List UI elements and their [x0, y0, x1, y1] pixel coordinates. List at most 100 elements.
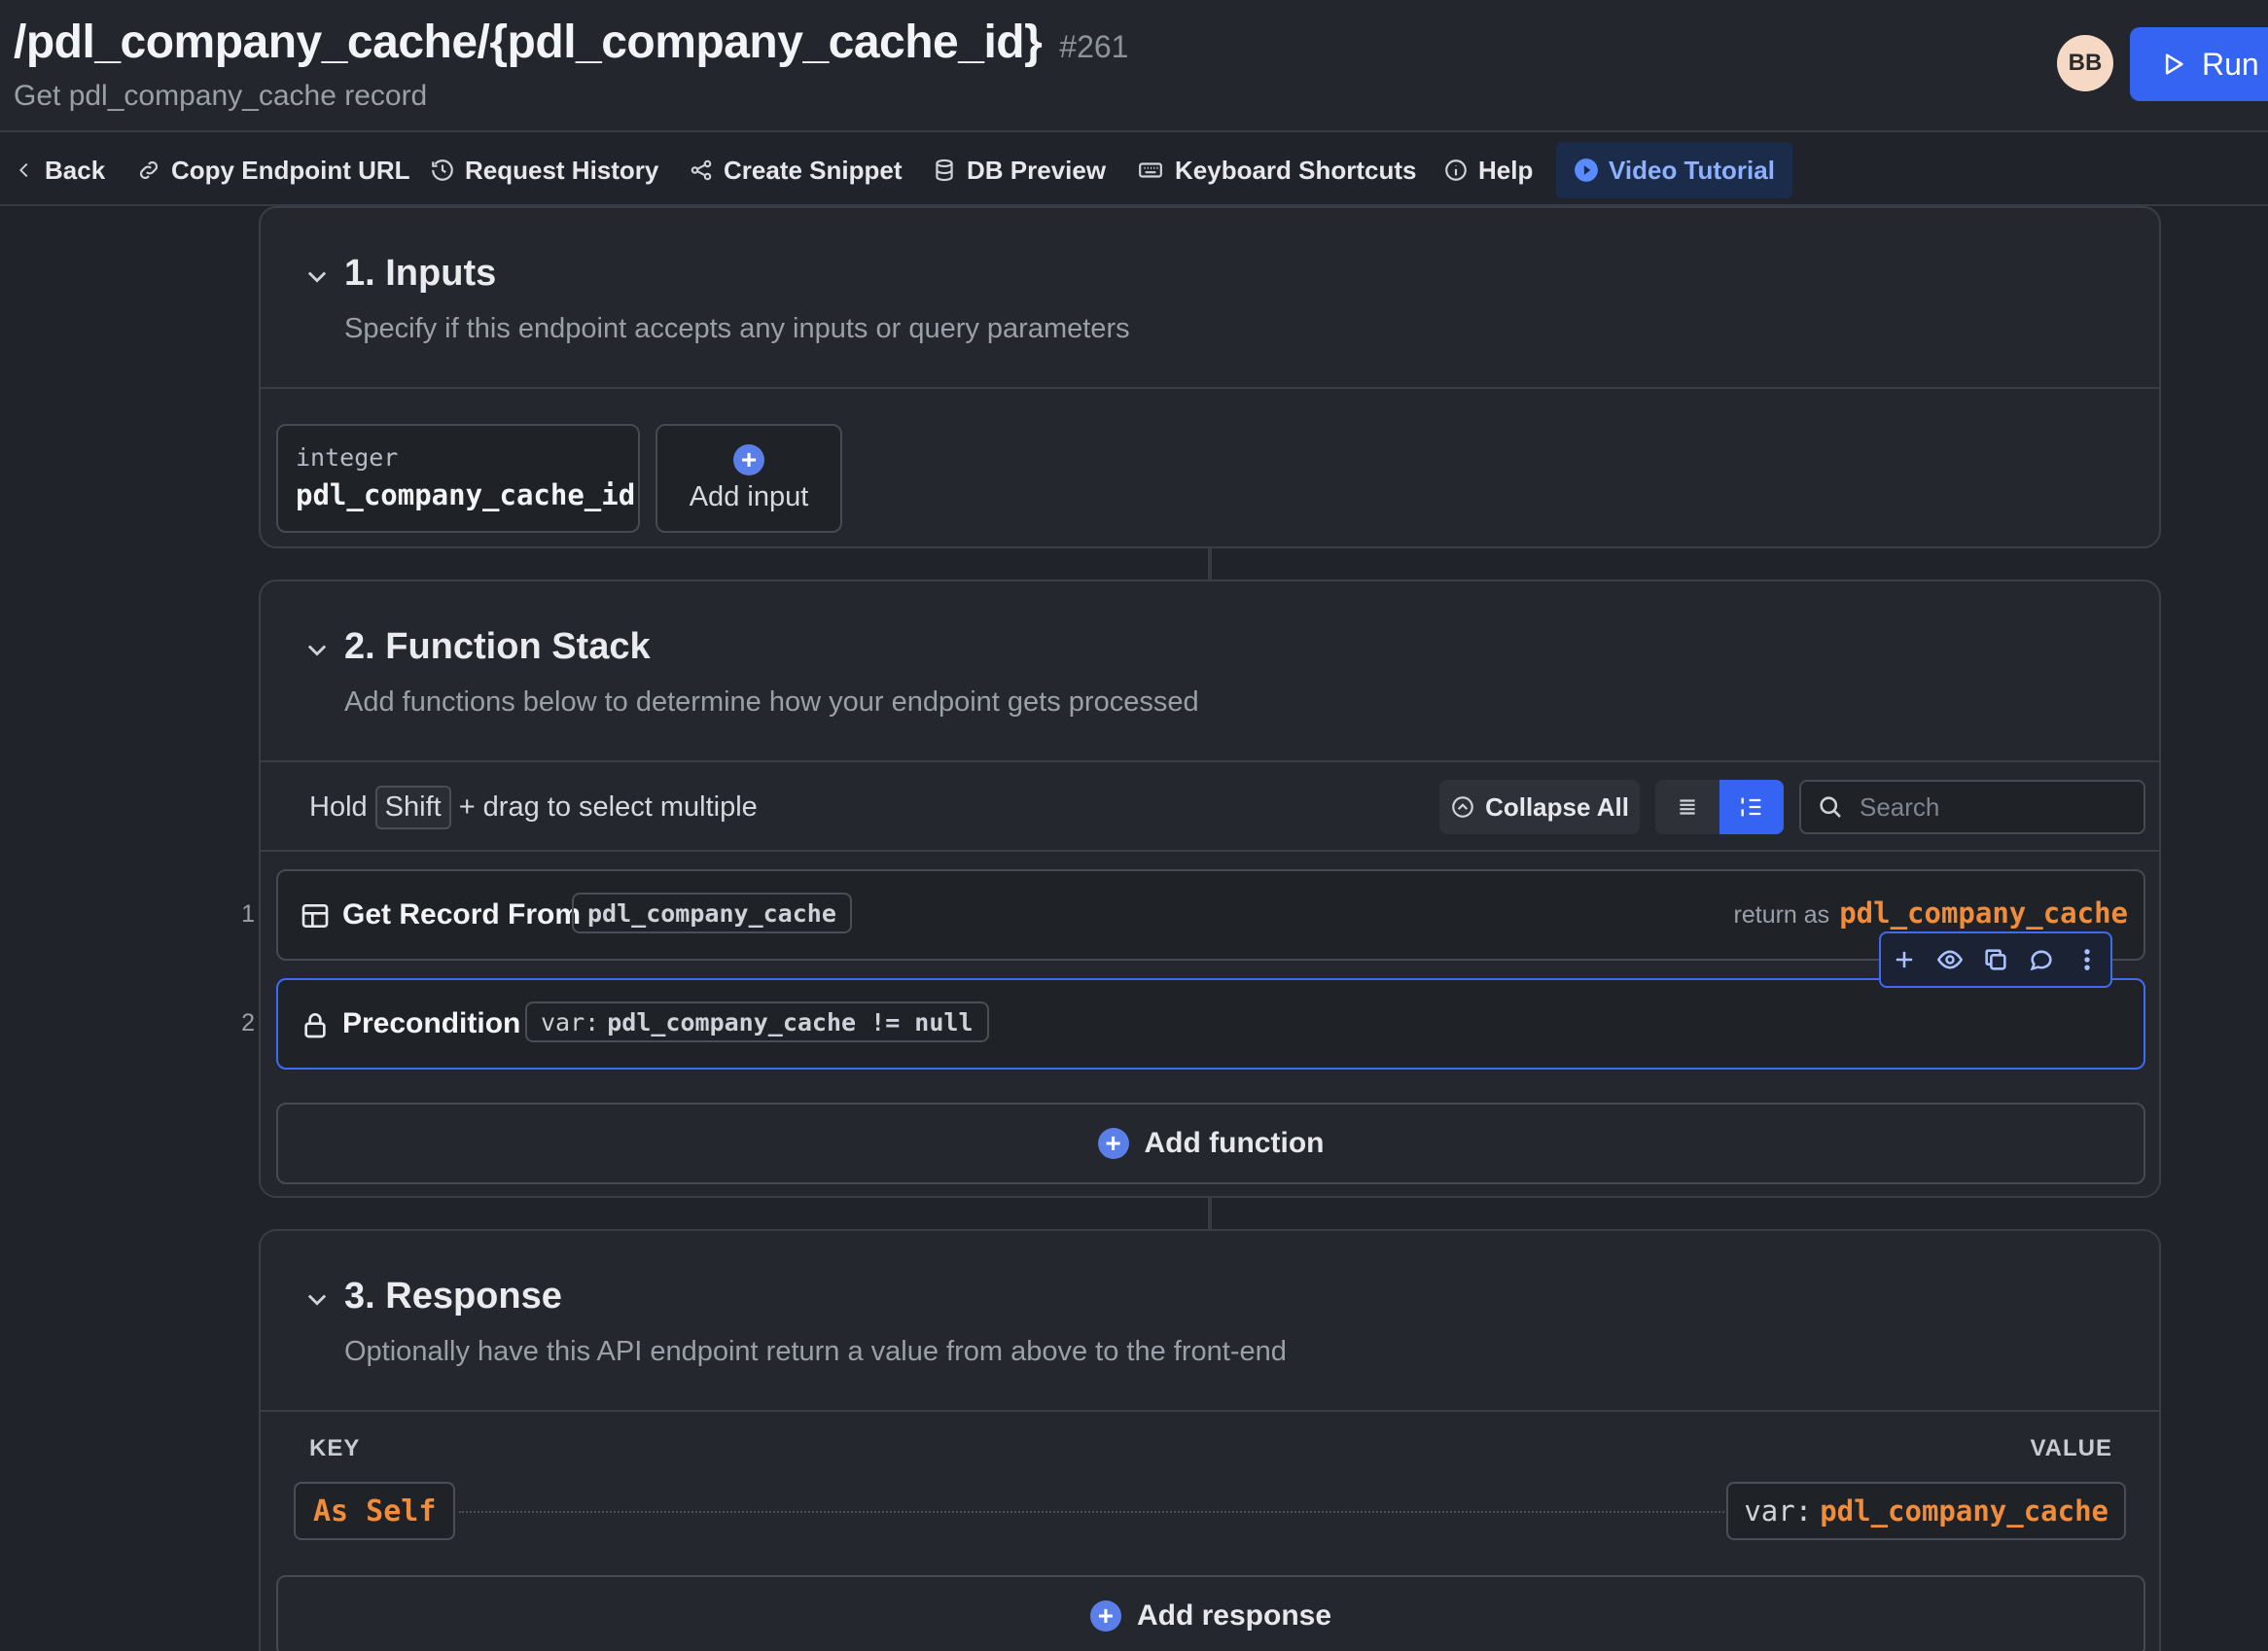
shortcuts-label: Keyboard Shortcuts [1175, 155, 1417, 185]
function-search[interactable] [1799, 780, 2145, 834]
value-variable: pdl_company_cache [1820, 1494, 2109, 1528]
chevron-down-icon[interactable] [303, 636, 331, 663]
help-label: Help [1478, 155, 1534, 185]
response-headers: KEY VALUE [261, 1414, 2159, 1482]
history-label: Request History [465, 155, 659, 185]
plus-circle-icon: + [1089, 1600, 1121, 1632]
run-label: Run [2202, 46, 2259, 82]
function-row-precondition[interactable]: 2 Precondition var: pdl_company_cache !=… [241, 978, 2145, 1070]
run-button[interactable]: Run [2130, 27, 2268, 101]
function-stack-header[interactable]: 2. Function Stack Add functions below to… [261, 581, 2159, 762]
function-number: 1 [241, 900, 255, 928]
condition-pill[interactable]: var: pdl_company_cache != null [525, 1001, 989, 1042]
response-subtitle: Optionally have this API endpoint return… [344, 1336, 1287, 1367]
chevron-down-icon[interactable] [303, 263, 331, 290]
condition-prefix: var: [541, 1007, 600, 1036]
search-input[interactable] [1860, 791, 2112, 823]
help-button[interactable]: Help [1443, 142, 1533, 198]
plus-circle-icon: + [1097, 1128, 1129, 1159]
function-stack-toolbar: Hold Shift + drag to select multiple Col… [261, 764, 2159, 852]
function-label: Precondition [342, 1007, 521, 1039]
input-chip[interactable]: integer pdl_company_cache_id [276, 424, 640, 533]
history-icon [432, 159, 453, 181]
key-header: KEY [309, 1435, 361, 1461]
response-key[interactable]: As Self [294, 1482, 456, 1540]
inputs-title: 1. Inputs [344, 253, 497, 294]
list-icon [1680, 799, 1695, 815]
db-preview-button[interactable]: DB Preview [932, 142, 1106, 198]
compact-view-button[interactable] [1655, 780, 1719, 834]
function-row-get-record[interactable]: 1 Get Record From pdl_company_cache retu… [241, 869, 2145, 988]
return-label: return as [1733, 901, 1830, 929]
snippet-label: Create Snippet [724, 155, 903, 185]
plus-icon[interactable] [1891, 946, 1918, 973]
input-name: pdl_company_cache_id [296, 478, 636, 511]
inputs-section: 1. Inputs Specify if this endpoint accep… [259, 206, 2161, 548]
function-stack-section: 2. Function Stack Add functions below to… [241, 580, 2161, 1198]
view-toggle [1655, 780, 1784, 834]
add-response-button[interactable]: + Add response [276, 1575, 2145, 1651]
add-function-label: Add function [1144, 1127, 1325, 1159]
create-snippet-button[interactable]: Create Snippet [689, 142, 903, 198]
video-tutorial-button[interactable]: Video Tutorial [1556, 142, 1792, 198]
request-history-button[interactable]: Request History [430, 142, 658, 198]
inputs-subtitle: Specify if this endpoint accepts any inp… [344, 313, 1130, 344]
play-circle-icon [1575, 158, 1598, 182]
return-as: return as pdl_company_cache [1734, 896, 2128, 930]
key-value-divider [459, 1511, 1731, 1513]
function-stack-title: 2. Function Stack [344, 626, 651, 667]
back-label: Back [45, 155, 106, 185]
share-nodes-icon [691, 159, 712, 181]
keyboard-icon [1139, 162, 1162, 178]
page-title: /pdl_company_cache/{pdl_company_cache_id… [14, 17, 1043, 68]
value-header: VALUE [2030, 1435, 2112, 1461]
condition-expression: pdl_company_cache != null [607, 1007, 974, 1036]
search-icon [1820, 796, 1841, 818]
function-stack-subtitle: Add functions below to determine how you… [344, 686, 1199, 718]
function-number: 2 [241, 1009, 255, 1036]
back-button[interactable]: Back [14, 142, 105, 198]
plus-circle-icon: + [733, 443, 764, 475]
play-icon [2165, 53, 2183, 75]
copy-endpoint-url-button[interactable]: Copy Endpoint URL [136, 142, 410, 198]
collapse-all-label: Collapse All [1485, 791, 1629, 822]
response-value[interactable]: var: pdl_company_cache [1726, 1482, 2126, 1540]
add-function-button[interactable]: + Add function [276, 1103, 2145, 1184]
hint-suffix: + drag to select multiple [458, 791, 758, 823]
table-name: pdl_company_cache [587, 898, 836, 928]
shift-key: Shift [374, 786, 451, 829]
collapse-icon [1452, 796, 1473, 818]
input-type: integer [296, 443, 399, 472]
numbered-view-button[interactable] [1719, 780, 1784, 834]
page-subtitle: Get pdl_company_cache record [14, 80, 428, 112]
table-pill[interactable]: pdl_company_cache [572, 893, 852, 933]
avatar[interactable]: BB [2057, 35, 2113, 91]
video-tutorial-label: Video Tutorial [1609, 155, 1775, 185]
copy-icon[interactable] [1982, 946, 2009, 973]
function-label: Get Record From [342, 898, 582, 931]
numbered-list-icon [1741, 797, 1761, 817]
copy-url-label: Copy Endpoint URL [171, 155, 410, 185]
database-icon [936, 158, 953, 182]
inputs-section-header[interactable]: 1. Inputs Specify if this endpoint accep… [261, 208, 2159, 389]
db-preview-label: DB Preview [967, 155, 1107, 185]
eye-icon[interactable] [1936, 946, 1964, 973]
response-section-header[interactable]: 3. Response Optionally have this API end… [261, 1231, 2159, 1412]
chevron-left-icon [19, 162, 28, 178]
add-input-button[interactable]: + Add input [656, 424, 842, 533]
chevron-down-icon[interactable] [303, 1285, 331, 1313]
title-row: /pdl_company_cache/{pdl_company_cache_id… [14, 16, 1128, 69]
value-prefix: var: [1744, 1494, 1813, 1528]
row-actions [1879, 931, 2112, 988]
collapse-all-button[interactable]: Collapse All [1439, 780, 1640, 834]
return-variable[interactable]: pdl_company_cache [1839, 896, 2128, 930]
table-icon [301, 904, 329, 928]
comment-icon[interactable] [2028, 946, 2055, 973]
more-vertical-icon[interactable] [2073, 946, 2101, 973]
keyboard-shortcuts-button[interactable]: Keyboard Shortcuts [1136, 142, 1417, 198]
page-header: /pdl_company_cache/{pdl_company_cache_id… [0, 0, 2268, 132]
endpoint-toolbar: Back Copy Endpoint URL Request History C… [0, 134, 2268, 206]
link-icon [139, 160, 159, 180]
section-connector [1208, 1198, 1212, 1229]
section-connector [1208, 548, 1212, 580]
